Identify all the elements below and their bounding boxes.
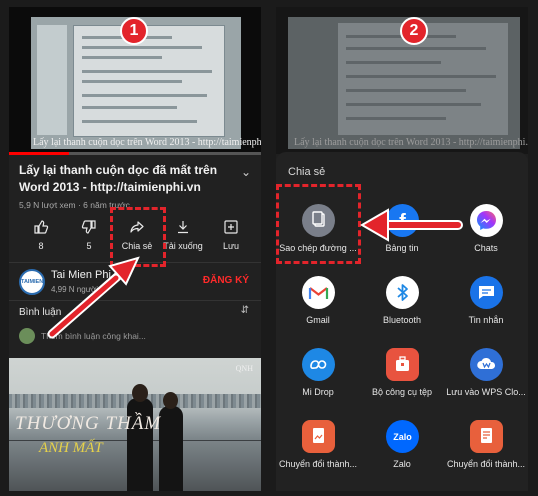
annotation-arrows — [47, 208, 463, 339]
arrow-head — [359, 208, 389, 242]
arrow-shaft — [49, 275, 119, 337]
